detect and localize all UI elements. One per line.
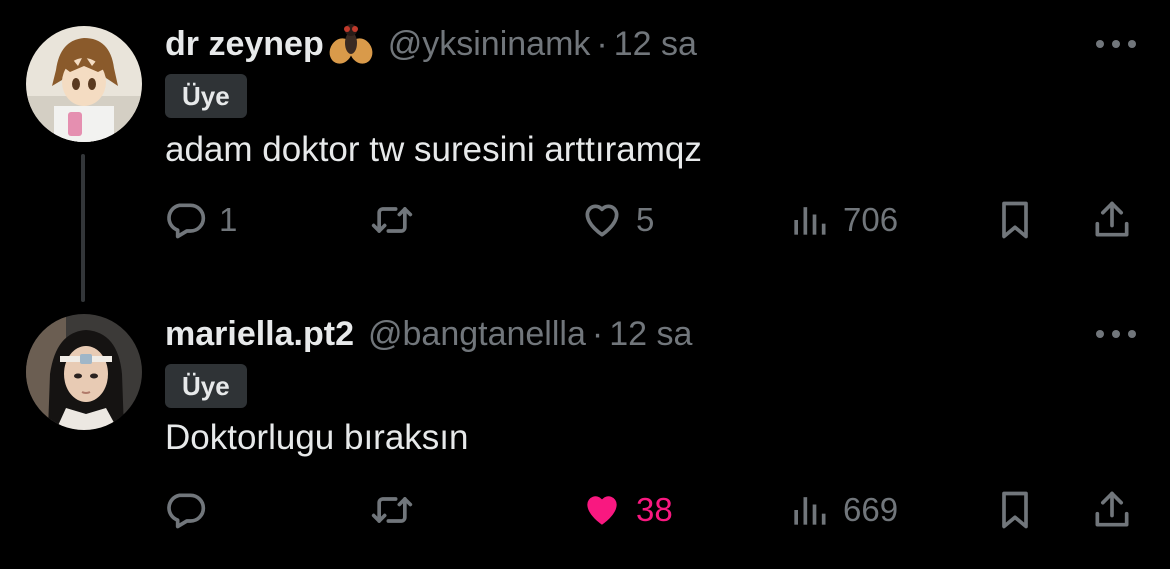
timestamp[interactable]: 12 sa	[614, 25, 697, 64]
user-handle[interactable]: @bangtanellla	[368, 315, 586, 354]
reply-button[interactable]: 1	[163, 196, 237, 244]
reply-button[interactable]	[163, 486, 219, 534]
retweet-button[interactable]	[370, 486, 426, 534]
display-name[interactable]: dr zeynep	[165, 25, 324, 64]
user-handle[interactable]: @yksininamk	[388, 25, 591, 64]
tweet[interactable]: mariella.pt2 @bangtanellla · 12 sa Üye D…	[0, 290, 1170, 569]
retweet-button[interactable]	[370, 196, 426, 244]
bookmark-button[interactable]	[993, 196, 1037, 244]
avatar[interactable]	[26, 26, 142, 142]
like-count: 38	[636, 491, 673, 528]
heart-icon	[585, 204, 619, 237]
timestamp[interactable]: 12 sa	[609, 315, 692, 354]
more-icon[interactable]	[1094, 36, 1138, 52]
tweet-text: Doktorlugu bıraksın	[165, 418, 469, 457]
bookmark-button[interactable]	[993, 486, 1037, 534]
views-icon	[794, 497, 826, 525]
share-button[interactable]	[1090, 486, 1134, 534]
tweet-header: mariella.pt2 @bangtanellla · 12 sa	[165, 312, 692, 356]
bookmark-icon	[1002, 201, 1028, 239]
member-badge: Üye	[165, 74, 247, 118]
view-count: 669	[843, 491, 899, 528]
action-bar: 38 669	[0, 486, 1170, 534]
views-button[interactable]: 706	[787, 196, 898, 244]
display-name[interactable]: mariella.pt2	[165, 315, 354, 354]
like-button[interactable]: 5	[580, 196, 654, 244]
member-badge: Üye	[165, 364, 247, 408]
share-icon	[1095, 491, 1129, 527]
views-icon	[794, 207, 826, 235]
reply-count: 1	[219, 201, 238, 238]
share-icon	[1095, 201, 1129, 237]
separator-dot: ·	[591, 314, 604, 353]
like-button[interactable]: 38	[580, 486, 673, 534]
separator-dot: ·	[596, 24, 608, 63]
views-button[interactable]: 669	[787, 486, 898, 534]
view-count: 706	[843, 201, 899, 238]
tweet[interactable]: dr zeynep @yksininamk · 12 sa Üye adam d…	[0, 0, 1170, 302]
more-icon[interactable]	[1094, 326, 1138, 342]
bookmark-icon	[1002, 491, 1028, 529]
like-count: 5	[636, 201, 655, 238]
tweet-text: adam doktor tw suresini arttıramqz	[165, 130, 702, 169]
reply-icon	[167, 493, 206, 529]
retweet-icon	[371, 207, 413, 233]
avatar[interactable]	[26, 314, 142, 430]
share-button[interactable]	[1090, 196, 1134, 244]
action-bar: 1 5 706	[0, 196, 1170, 244]
fly-emoji-icon	[329, 24, 373, 64]
reply-icon	[167, 203, 206, 239]
heart-icon	[587, 496, 617, 525]
tweet-header: dr zeynep @yksininamk · 12 sa	[165, 22, 697, 66]
retweet-icon	[371, 497, 413, 523]
